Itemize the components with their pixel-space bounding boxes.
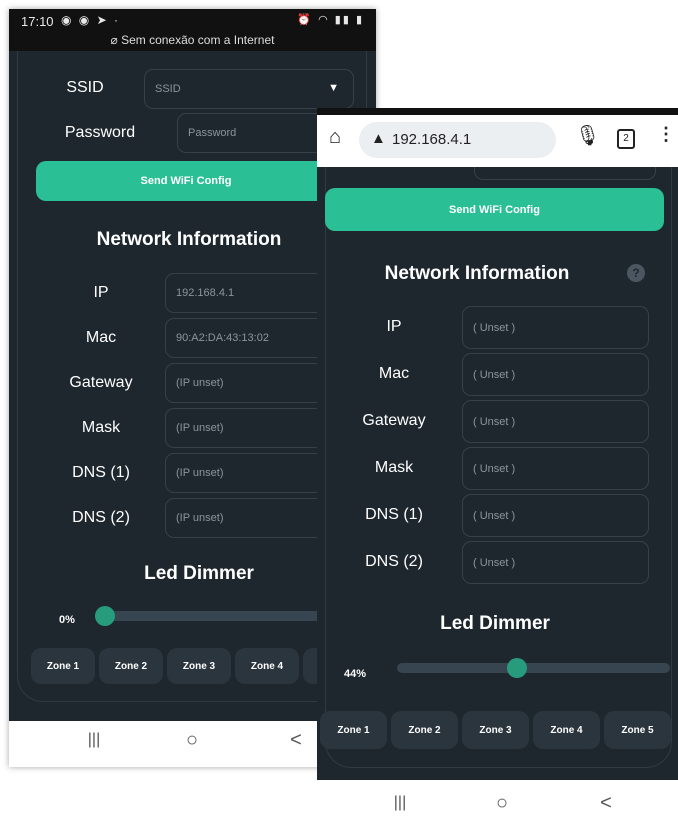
no-internet-icon: ⌀ <box>110 33 122 47</box>
help-icon[interactable]: ? <box>627 264 645 282</box>
field-value: (IP unset) <box>176 512 224 524</box>
field-label: DNS (1) <box>365 506 423 523</box>
status-time: 17:10 <box>21 14 54 29</box>
field-value: (IP unset) <box>176 377 224 389</box>
recent-apps-icon[interactable]: ||| <box>79 731 109 749</box>
status-bar: 17:10 ◉ ◉ ➤ · ⏰ ◠ ▮▮ ▮ ⌀ Sem conexão com… <box>9 9 376 51</box>
zone-button[interactable]: Zone 3 <box>462 711 529 749</box>
zone-button[interactable]: Zone 1 <box>320 711 387 749</box>
dimmer-slider-thumb[interactable] <box>95 606 115 626</box>
field-value: ( Unset ) <box>473 462 516 475</box>
field-input[interactable]: ( Unset ) <box>462 447 649 490</box>
field-label: IP <box>93 284 109 301</box>
home-icon[interactable]: ○ <box>487 792 517 815</box>
dimmer-percent: 0% <box>59 614 75 626</box>
system-status-icons: ⏰ ◠ ▮▮ ▮ <box>297 14 364 26</box>
field-label: DNS (1) <box>72 464 130 481</box>
field-label: Mask <box>374 459 414 476</box>
password-label: Password <box>64 124 136 141</box>
dimmer-slider[interactable] <box>397 663 670 673</box>
offline-notice: ⌀ Sem conexão com a Internet <box>110 33 275 47</box>
zone-button[interactable]: Zone 5 <box>604 711 671 749</box>
send-wifi-config-button[interactable]: Send WiFi Config <box>325 188 664 231</box>
field-label: DNS (2) <box>72 509 130 526</box>
dimmer-percent: 44% <box>344 668 367 680</box>
field-value: ( Unset ) <box>473 415 516 428</box>
field-label: Gateway <box>69 374 133 391</box>
field-value: ( Unset ) <box>473 321 516 334</box>
field-value: ( Unset ) <box>473 368 516 381</box>
field-label: DNS (2) <box>365 553 423 570</box>
more-options-icon[interactable]: ⋮ <box>657 124 675 145</box>
back-icon[interactable]: < <box>281 729 311 752</box>
field-input[interactable]: ( Unset ) <box>462 541 649 584</box>
network-information-title: Network Information <box>96 229 282 250</box>
led-dimmer-title: Led Dimmer <box>440 613 550 634</box>
ssid-label: SSID <box>66 79 104 96</box>
right-phone-screenshot: ⌂ ▲ 192.168.4.1 🎙 2 ⋮ Send WiFi Config N… <box>317 108 678 829</box>
network-information-title: Network Information <box>384 263 570 284</box>
zone-button[interactable]: Zone 3 <box>167 648 231 684</box>
field-value: ( Unset ) <box>473 556 516 569</box>
zone-button[interactable]: Zone 2 <box>99 648 163 684</box>
field-input[interactable]: ( Unset ) <box>462 400 649 443</box>
field-label: Mac <box>378 365 410 382</box>
recent-apps-icon[interactable]: ||| <box>385 794 415 812</box>
app-content: Send WiFi Config Network Information ? I… <box>317 167 678 792</box>
home-icon[interactable]: ⌂ <box>329 126 341 149</box>
zone-button[interactable]: Zone 4 <box>235 648 299 684</box>
home-icon[interactable]: ○ <box>177 729 207 752</box>
field-value: (IP unset) <box>176 422 224 434</box>
browser-toolbar: ⌂ ▲ 192.168.4.1 🎙 2 ⋮ <box>317 108 678 167</box>
microphone-icon[interactable]: 🎙 <box>575 123 600 148</box>
zone-button[interactable]: Zone 1 <box>31 648 95 684</box>
field-label: Mask <box>81 419 121 436</box>
chevron-down-icon: ▼ <box>328 82 339 94</box>
back-icon[interactable]: < <box>591 792 621 815</box>
ssid-select[interactable]: SSID ▼ <box>144 69 354 109</box>
field-value: (IP unset) <box>176 467 224 479</box>
address-bar[interactable]: ▲ 192.168.4.1 <box>359 122 556 158</box>
zone-button[interactable]: Zone 4 <box>533 711 600 749</box>
android-nav-bar: ||| ○ < <box>317 780 678 829</box>
field-label: Mac <box>85 329 117 346</box>
tab-count[interactable]: 2 <box>617 129 635 149</box>
field-value: ( Unset ) <box>473 509 516 522</box>
field-value: 90:A2:DA:43:13:02 <box>176 332 269 344</box>
field-value: 192.168.4.1 <box>176 287 235 299</box>
field-input[interactable]: ( Unset ) <box>462 306 649 349</box>
url-text: 192.168.4.1 <box>392 131 472 148</box>
dimmer-slider-thumb[interactable] <box>507 658 528 678</box>
password-field-edge[interactable] <box>474 167 656 180</box>
field-label: IP <box>386 318 402 335</box>
field-input[interactable]: ( Unset ) <box>462 353 649 396</box>
field-input[interactable]: ( Unset ) <box>462 494 649 537</box>
notification-icons: ◉ ◉ ➤ · <box>61 13 120 27</box>
field-label: Gateway <box>362 412 426 429</box>
send-wifi-config-button[interactable]: Send WiFi Config <box>36 161 336 201</box>
zone-button[interactable]: Zone 2 <box>391 711 458 749</box>
led-dimmer-title: Led Dimmer <box>144 563 254 584</box>
warning-icon: ▲ <box>371 130 386 147</box>
